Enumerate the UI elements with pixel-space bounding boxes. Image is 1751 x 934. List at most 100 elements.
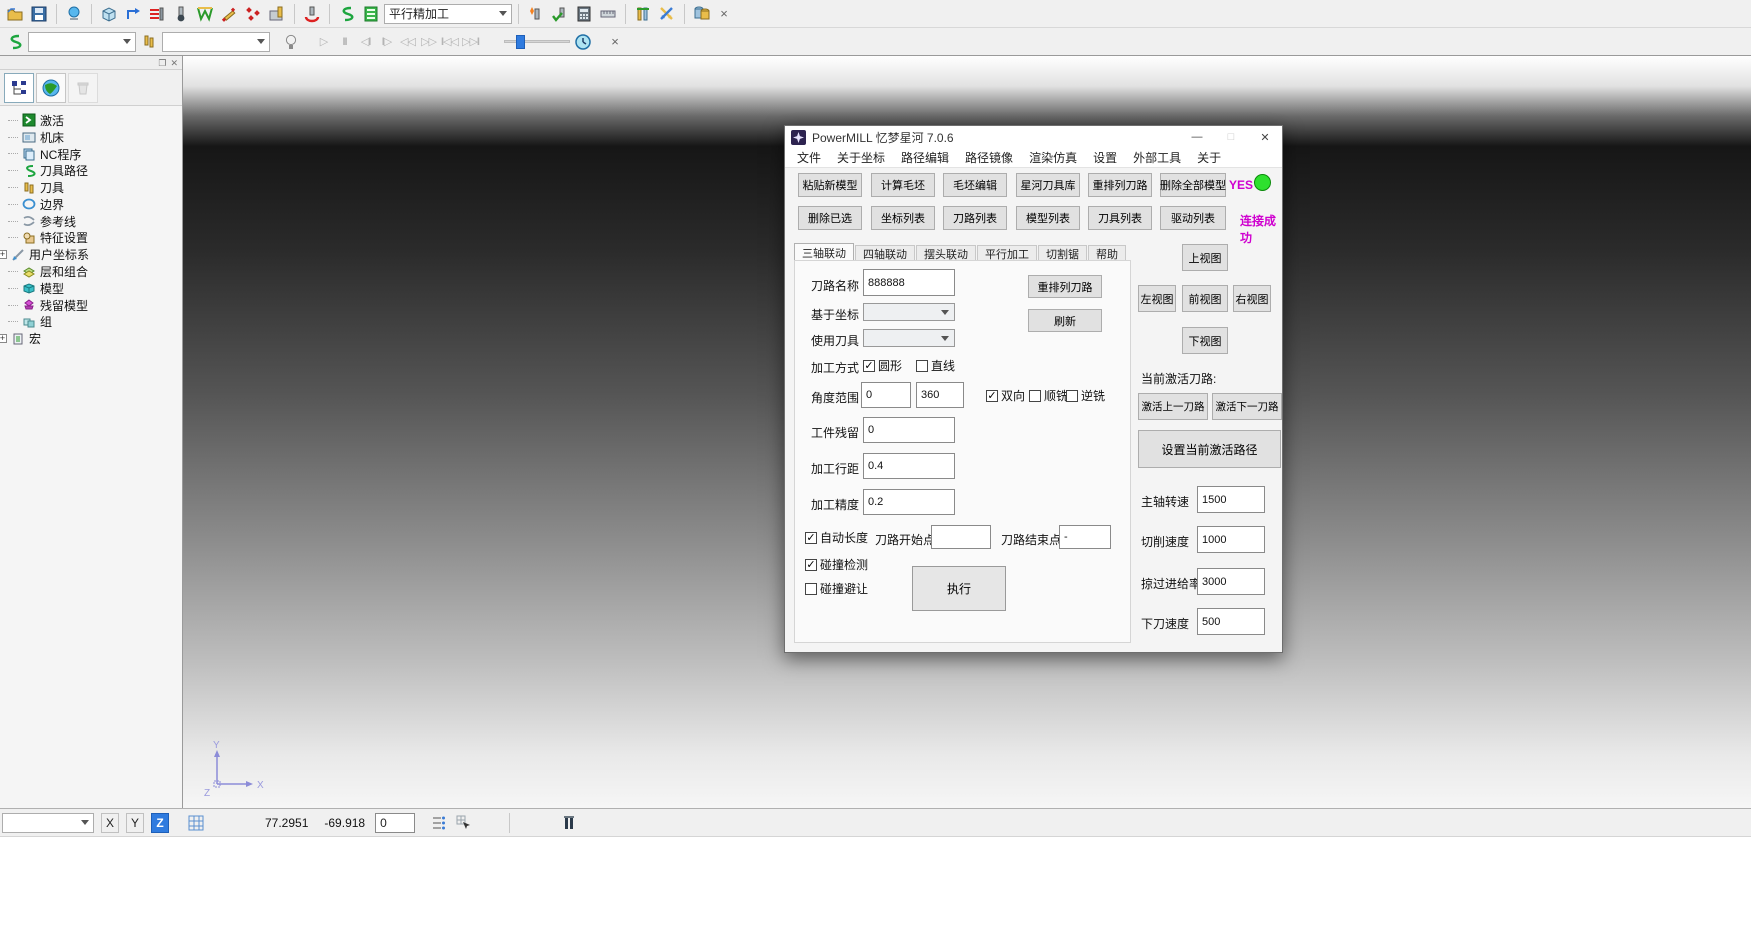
stock-remain-input[interactable] [863,417,955,443]
collision-check-checkbox[interactable]: ✓碰撞检测 [805,556,868,573]
points-icon[interactable] [242,3,264,25]
circle-checkbox[interactable]: ✓圆形 [863,357,902,374]
menu-external-tools[interactable]: 外部工具 [1125,149,1189,166]
view-bottom-button[interactable]: 下视图 [1182,327,1228,354]
strategy-dropdown[interactable]: 平行精加工 [384,4,512,24]
tree-item-activate[interactable]: 激活 [8,112,182,129]
pause-icon[interactable]: II [335,32,354,52]
use-tool-select[interactable] [863,329,955,347]
delete-selected-button[interactable]: 删除已选 [798,206,862,230]
skim-feed-input[interactable] [1197,568,1265,595]
tree-item-feature-sets[interactable]: 特征设置 [8,230,182,247]
toolpath-name-input[interactable] [863,269,955,296]
start-point-input[interactable] [931,525,991,549]
cutting-feed-input[interactable] [1197,526,1265,553]
angle-to-input[interactable] [916,382,964,408]
fixture-icon[interactable] [632,3,654,25]
tree-item-levels-sets[interactable]: 层和组合 [8,263,182,280]
tree-item-toolpaths[interactable]: 刀具路径 [8,162,182,179]
block-icon[interactable] [98,3,120,25]
spindle-speed-input[interactable] [1197,486,1265,513]
delete-all-models-button[interactable]: 删除全部模型 [1160,173,1226,197]
graphics-viewport[interactable]: Y X Z PowerMILL 忆梦星河 7.0.6 — □ ✕ 文件 关于坐标… [183,56,1751,808]
slider-handle[interactable] [516,35,525,49]
tab-explorer-recycle[interactable] [68,73,98,103]
end-point-input[interactable] [1059,525,1111,549]
tool-check-icon[interactable] [549,3,571,25]
sim-tool-dropdown[interactable] [162,32,270,52]
clock-icon[interactable] [572,31,594,53]
pointer-snap-icon[interactable] [453,812,475,834]
close-button[interactable]: ✕ [1248,126,1282,148]
tab-explorer-web[interactable] [36,73,66,103]
menu-about-coords[interactable]: 关于坐标 [829,149,893,166]
tree-item-machine[interactable]: 机床 [8,129,182,146]
tool-star-icon[interactable] [525,3,547,25]
coordinate-list-icon[interactable] [427,812,449,834]
tree-item-groups[interactable]: 组 [8,314,182,331]
view-top-button[interactable]: 上视图 [1182,244,1228,271]
axis-z-button[interactable]: Z [151,813,169,833]
exchange-icon[interactable] [656,3,678,25]
grid-toggle-icon[interactable] [185,812,207,834]
step-forward-icon[interactable]: I▷ [377,32,396,52]
view-right-button[interactable]: 右视图 [1233,285,1271,312]
sim-toolpath-dropdown[interactable] [28,32,136,52]
toolpath-icon[interactable] [336,3,358,25]
tree-item-workplanes[interactable]: +用户坐标系 [8,246,182,263]
both-direction-checkbox[interactable]: ✓双向 [986,387,1025,404]
close-panel-icon[interactable]: ✕ [170,58,178,68]
expand-icon[interactable]: + [0,334,7,343]
view-left-button[interactable]: 左视图 [1138,285,1176,312]
tree-item-patterns[interactable]: 参考线 [8,213,182,230]
tool-block-icon[interactable] [266,3,288,25]
go-to-end-icon[interactable]: ▷▷I [461,32,480,52]
rewind-icon[interactable]: ◁◁ [398,32,417,52]
execute-button[interactable]: 执行 [912,566,1006,611]
tree-item-boundaries[interactable]: 边界 [8,196,182,213]
fast-forward-icon[interactable]: ▷▷ [419,32,438,52]
tree-item-tools[interactable]: 刀具 [8,179,182,196]
cursor-z-input[interactable]: 0 [375,813,415,833]
play-icon[interactable]: ▷ [314,32,333,52]
tree-item-stock-models[interactable]: 残留模型 [8,297,182,314]
calculator-icon[interactable] [573,3,595,25]
tab-saw[interactable]: 切割锯 [1038,245,1087,261]
angle-from-input[interactable] [861,382,911,408]
calc-stock-button[interactable]: 计算毛坯 [871,173,935,197]
conventional-mill-checkbox[interactable]: 逆铣 [1066,387,1105,404]
tree-item-macros[interactable]: +宏 [8,330,182,347]
menu-render-sim[interactable]: 渲染仿真 [1021,149,1085,166]
ruler-icon[interactable] [597,3,619,25]
rearrange-button[interactable]: 重排列刀路 [1028,275,1102,298]
set-active-path-button[interactable]: 设置当前激活路径 [1138,430,1281,468]
float-panel-icon[interactable]: ❐ [158,58,166,68]
step-back-icon[interactable]: ◁I [356,32,375,52]
compare-models-icon[interactable] [691,3,713,25]
menu-file[interactable]: 文件 [789,149,829,166]
view-preset-dropdown[interactable] [2,813,94,833]
activate-next-toolpath-button[interactable]: 激活下一刀路 [1212,393,1282,420]
close-sim-toolbar-icon[interactable]: × [606,33,624,51]
expand-icon[interactable]: + [0,250,7,259]
paste-new-model-button[interactable]: 粘贴新模型 [798,173,862,197]
tolerance-input[interactable] [863,489,955,515]
tab-explorer-tree[interactable] [4,73,34,103]
plunge-feed-input[interactable] [1197,608,1265,635]
menu-about[interactable]: 关于 [1189,149,1229,166]
rearrange-toolpaths-button[interactable]: 重排列刀路 [1088,173,1152,197]
axis-y-button[interactable]: Y [126,813,144,833]
tab-3axis[interactable]: 三轴联动 [794,243,854,261]
tree-item-models[interactable]: 模型 [8,280,182,297]
base-coord-select[interactable] [863,303,955,321]
collision-avoid-checkbox[interactable]: 碰撞避让 [805,580,868,597]
open-project-icon[interactable] [4,3,26,25]
menu-path-mirror[interactable]: 路径镜像 [957,149,1021,166]
toolpath-list-button[interactable]: 刀路列表 [943,206,1007,230]
bulb-icon[interactable] [280,31,302,53]
menu-path-edit[interactable]: 路径编辑 [893,149,957,166]
tool-icon[interactable] [170,3,192,25]
coord-list-button[interactable]: 坐标列表 [871,206,935,230]
tree-item-nc-programs[interactable]: NC程序 [8,146,182,163]
simulation-speed-slider[interactable] [504,32,570,52]
